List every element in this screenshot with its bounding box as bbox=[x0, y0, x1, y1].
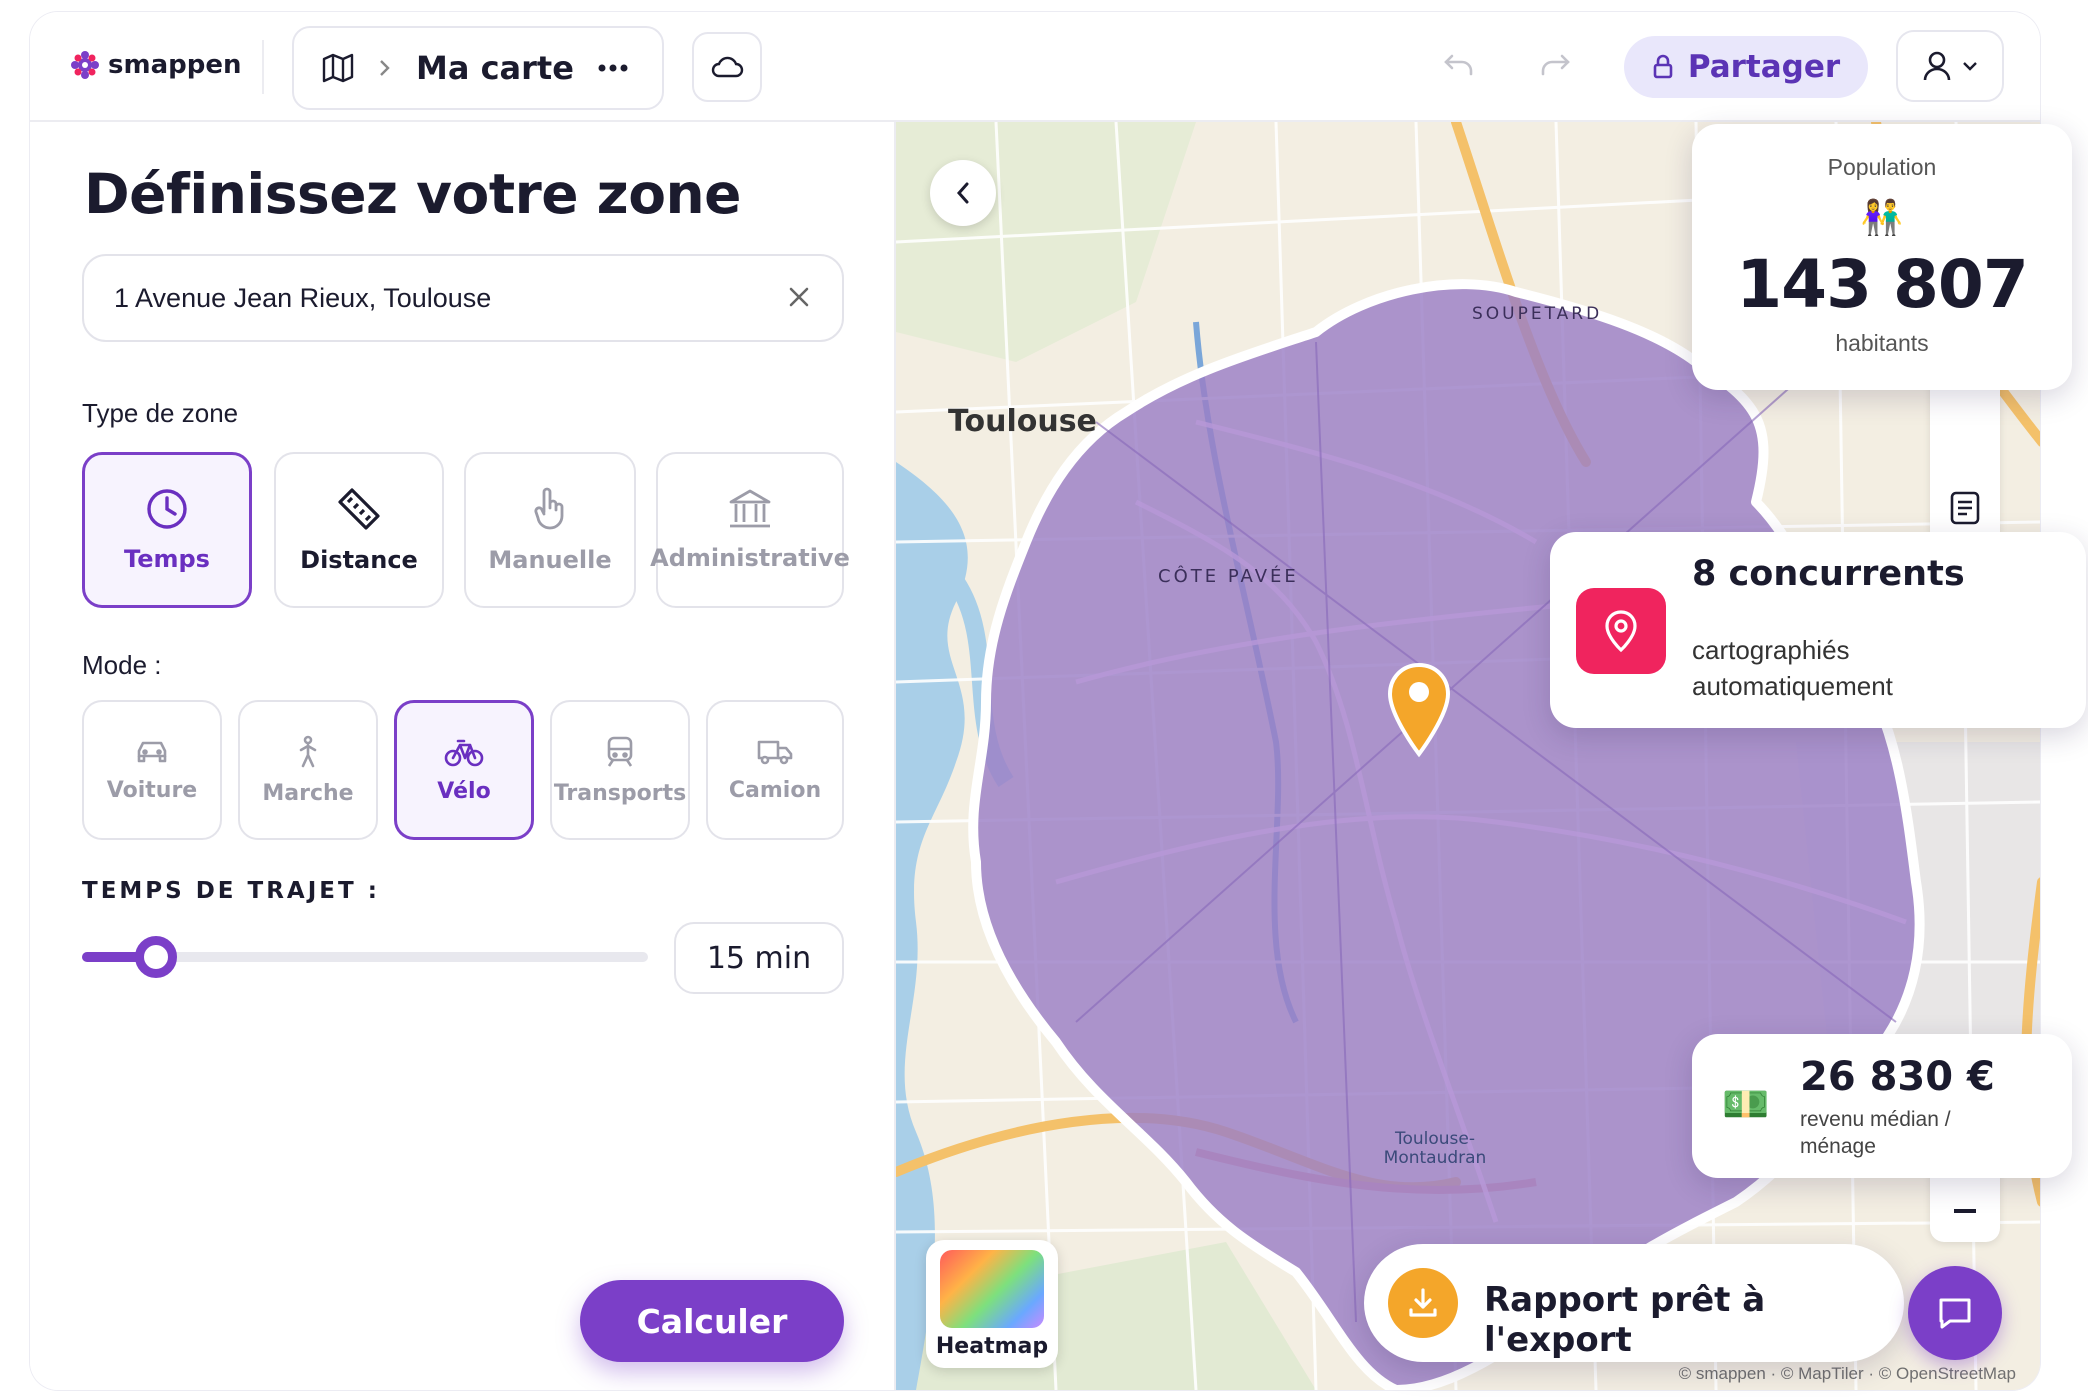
mode-transports[interactable]: Transports bbox=[550, 700, 690, 840]
chevron-right-icon bbox=[380, 60, 390, 76]
cloud-icon bbox=[711, 56, 744, 78]
mode-label-voiture: Voiture bbox=[106, 777, 198, 803]
train-icon bbox=[607, 736, 633, 767]
map-icon[interactable] bbox=[322, 53, 354, 83]
mode-camion[interactable]: Camion bbox=[706, 700, 844, 840]
document-icon[interactable] bbox=[1949, 490, 1981, 526]
zone-type-temps[interactable]: Temps bbox=[82, 452, 252, 608]
travel-time-value[interactable]: 15 min bbox=[707, 941, 811, 976]
zone-type-administrative[interactable]: Administrative bbox=[650, 452, 850, 608]
money-icon: 💵 bbox=[1722, 1082, 1770, 1126]
clock-icon bbox=[147, 489, 187, 529]
map-label-district-1: CÔTE PAVÉE bbox=[1158, 566, 1299, 587]
calculate-label: Calculer bbox=[636, 1301, 788, 1341]
cloud-save-button[interactable] bbox=[692, 32, 762, 102]
bike-icon bbox=[444, 739, 484, 766]
undo-icon[interactable] bbox=[1442, 48, 1476, 82]
slider-thumb[interactable] bbox=[135, 936, 177, 978]
zone-type-label-administrative: Administrative bbox=[650, 544, 850, 572]
map-tools-panel bbox=[1930, 372, 2000, 552]
hand-pointer-icon bbox=[534, 487, 564, 530]
population-unit: habitants bbox=[1835, 330, 1929, 356]
download-icon bbox=[1388, 1268, 1458, 1338]
travel-time-slider[interactable] bbox=[82, 936, 648, 978]
map-title[interactable]: Ma carte bbox=[416, 49, 574, 87]
truck-icon bbox=[757, 740, 793, 764]
location-pin-icon bbox=[1576, 588, 1666, 674]
mode-voiture[interactable]: Voiture bbox=[82, 700, 222, 840]
location-marker-icon[interactable] bbox=[1386, 662, 1452, 758]
people-emoji-icon: 👫 bbox=[1860, 198, 1904, 238]
mode-label: Mode : bbox=[82, 650, 162, 680]
zone-type-label-temps: Temps bbox=[124, 545, 210, 573]
mode-label-velo: Vélo bbox=[437, 778, 491, 804]
ruler-icon bbox=[338, 488, 380, 530]
close-icon[interactable] bbox=[786, 284, 812, 310]
zone-type-label: Type de zone bbox=[82, 398, 239, 428]
more-dots-icon[interactable] bbox=[598, 64, 628, 72]
building-icon bbox=[729, 489, 771, 528]
travel-time-input[interactable]: 15 min bbox=[674, 922, 844, 994]
zone-type-label-manuelle: Manuelle bbox=[488, 546, 612, 574]
brand-name: smappen bbox=[108, 50, 242, 80]
mode-label-marche: Marche bbox=[262, 780, 354, 806]
export-label: Rapport prêt à l'export bbox=[1484, 1280, 1766, 1360]
heatmap-toggle[interactable]: Heatmap bbox=[926, 1240, 1058, 1368]
mode-label-camion: Camion bbox=[728, 777, 822, 803]
zone-type-label-distance: Distance bbox=[300, 546, 418, 574]
competitors-title: 8 concurrents bbox=[1692, 554, 1965, 594]
income-value: 26 830 € bbox=[1800, 1054, 1995, 1100]
top-bar: smappen Ma carte Partager bbox=[30, 12, 2040, 122]
page-title: Définissez votre zone bbox=[84, 162, 741, 226]
zone-type-distance[interactable]: Distance bbox=[274, 452, 444, 608]
brand-logo[interactable]: smappen bbox=[70, 50, 241, 80]
chat-button[interactable] bbox=[1908, 1266, 2002, 1360]
income-subtitle: revenu médian / ménage bbox=[1800, 1108, 1951, 1158]
share-label: Partager bbox=[1687, 49, 1841, 85]
smappen-logo-icon bbox=[71, 51, 99, 79]
lock-icon bbox=[1653, 54, 1673, 79]
map-label-city: Toulouse bbox=[948, 404, 1097, 439]
chevron-down-icon bbox=[1963, 62, 1977, 71]
collapse-panel-button[interactable] bbox=[930, 160, 996, 226]
population-card: Population 👫 143 807 habitants bbox=[1692, 124, 2072, 390]
user-icon bbox=[1923, 51, 1951, 81]
car-icon bbox=[137, 741, 167, 762]
calculate-button[interactable]: Calculer bbox=[580, 1280, 844, 1362]
topbar-divider bbox=[262, 40, 264, 94]
mode-marche[interactable]: Marche bbox=[238, 700, 378, 840]
heatmap-swatch bbox=[940, 1250, 1044, 1328]
chevron-left-icon bbox=[956, 182, 969, 204]
income-card: 💵 26 830 € revenu médian / ménage bbox=[1692, 1034, 2072, 1178]
map-label-district-2: SOUPETARD bbox=[1472, 304, 1603, 324]
competitors-card: 8 concurrents cartographiés automatiquem… bbox=[1550, 532, 2086, 728]
zone-panel: Définissez votre zone 1 Avenue Jean Rieu… bbox=[30, 122, 894, 1390]
travel-time-label: TEMPS DE TRAJET : bbox=[82, 878, 380, 904]
heatmap-label: Heatmap bbox=[935, 1334, 1049, 1359]
walk-icon bbox=[299, 735, 317, 767]
zone-type-manuelle[interactable]: Manuelle bbox=[464, 452, 636, 608]
mode-velo[interactable]: Vélo bbox=[394, 700, 534, 840]
zoom-out-icon[interactable] bbox=[1954, 1208, 1976, 1214]
competitors-subtitle: cartographiés automatiquement bbox=[1692, 635, 1893, 701]
map-attribution[interactable]: © smappen · © MapTiler · © OpenStreetMap bbox=[1679, 1364, 2016, 1384]
breadcrumb: Ma carte bbox=[292, 26, 664, 110]
population-value: 143 807 bbox=[1736, 246, 2029, 323]
export-report-button[interactable]: Rapport prêt à l'export bbox=[1364, 1244, 1904, 1362]
redo-icon[interactable] bbox=[1538, 48, 1572, 82]
map-label-station: Toulouse-Montaudran bbox=[1383, 1129, 1487, 1168]
chat-icon bbox=[1939, 1298, 1971, 1329]
address-value[interactable]: 1 Avenue Jean Rieux, Toulouse bbox=[114, 283, 491, 314]
population-title: Population bbox=[1827, 154, 1937, 180]
user-menu-button[interactable] bbox=[1896, 30, 2004, 102]
address-input[interactable]: 1 Avenue Jean Rieux, Toulouse bbox=[82, 254, 844, 342]
mode-label-transports: Transports bbox=[553, 780, 687, 806]
share-button[interactable]: Partager bbox=[1624, 36, 1868, 98]
